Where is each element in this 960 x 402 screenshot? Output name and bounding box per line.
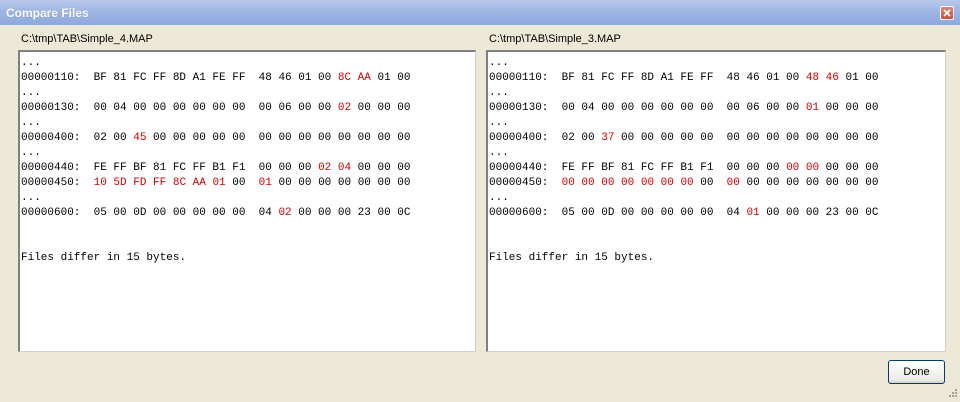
diff-bytes: 48 46 <box>805 72 839 84</box>
close-icon <box>943 9 951 17</box>
hex-text: ... <box>489 192 509 204</box>
hex-text: 00 00 00 23 00 0C <box>759 207 879 219</box>
hex-line: ... <box>489 191 945 206</box>
compare-files-dialog: Compare Files C:\tmp\TAB\Simple_4.MAP ..… <box>0 0 960 402</box>
hex-text: 00 00 00 00 00 00 00 00 00 00 00 00 00 <box>614 132 879 144</box>
hex-text: 00000450: <box>489 177 562 189</box>
left-diff-panel[interactable]: ... 00000110: BF 81 FC FF 8D A1 FE FF 48 … <box>18 50 476 352</box>
diff-bytes: 45 <box>133 132 147 144</box>
hex-line: 00000440: FE FF BF 81 FC FF B1 F1 00 00 … <box>21 161 475 176</box>
hex-text: 00000130: 00 04 00 00 00 00 00 00 00 06 … <box>489 102 806 114</box>
done-button[interactable]: Done <box>888 360 945 384</box>
hex-line: ... <box>21 146 475 161</box>
hex-text: ... <box>21 57 41 69</box>
hex-text: 00000450: <box>21 177 94 189</box>
hex-line: 00000400: 02 00 45 00 00 00 00 00 00 00 … <box>21 131 475 146</box>
hex-text: ... <box>489 147 509 159</box>
hex-line: 00000440: FE FF BF 81 FC FF B1 F1 00 00 … <box>489 161 945 176</box>
resize-grip-icon[interactable] <box>946 388 958 400</box>
diff-bytes: 02 04 <box>318 162 352 174</box>
hex-text: ... <box>21 147 41 159</box>
hex-text: 00000600: 05 00 0D 00 00 00 00 00 04 <box>21 207 279 219</box>
hex-text: 00000110: BF 81 FC FF 8D A1 FE FF 48 46 … <box>21 72 338 84</box>
close-button[interactable] <box>940 6 954 20</box>
diff-bytes: 02 <box>278 207 292 219</box>
hex-text: 00 00 00 <box>351 102 411 114</box>
hex-line: 00000110: BF 81 FC FF 8D A1 FE FF 48 46 … <box>21 71 475 86</box>
window-title: Compare Files <box>6 6 89 20</box>
diff-bytes: 00 00 <box>786 162 820 174</box>
hex-line: 00000450: 00 00 00 00 00 00 00 00 00 00 … <box>489 176 945 191</box>
hex-text: 00000110: BF 81 FC FF 8D A1 FE FF 48 46 … <box>489 72 806 84</box>
hex-text: 00000440: FE FF BF 81 FC FF B1 F1 00 00 … <box>21 162 319 174</box>
hex-text: ... <box>489 57 509 69</box>
diff-bytes: 00 <box>726 177 740 189</box>
diff-bytes: 01 <box>805 102 820 114</box>
hex-text: 00000400: 02 00 <box>21 132 134 144</box>
right-diff-content: ... 00000110: BF 81 FC FF 8D A1 FE FF 48 … <box>489 56 945 351</box>
diff-bytes: 01 <box>746 207 760 219</box>
hex-line: 00000110: BF 81 FC FF 8D A1 FE FF 48 46 … <box>489 71 945 86</box>
hex-text: ... <box>489 87 509 99</box>
hex-text: 00 <box>225 177 259 189</box>
hex-line: 00000130: 00 04 00 00 00 00 00 00 00 06 … <box>489 101 945 116</box>
hex-line: ... <box>21 116 475 131</box>
diff-summary: Files differ in 15 bytes. <box>489 252 655 264</box>
hex-line: 00000450: 10 5D FD FF 8C AA 01 00 01 00 … <box>21 176 475 191</box>
diff-bytes: 02 <box>337 102 352 114</box>
hex-line: ... <box>489 146 945 161</box>
left-diff-content: ... 00000110: BF 81 FC FF 8D A1 FE FF 48 … <box>21 56 475 351</box>
hex-text: 00000440: FE FF BF 81 FC FF B1 F1 00 00 … <box>489 162 787 174</box>
hex-text: 01 00 <box>838 72 879 84</box>
hex-text: 00 00 00 00 00 00 00 00 00 00 00 00 00 <box>146 132 411 144</box>
hex-line: ... <box>21 191 475 206</box>
diff-bytes: 37 <box>601 132 615 144</box>
hex-line: ... <box>489 86 945 101</box>
hex-line: 00000400: 02 00 37 00 00 00 00 00 00 00 … <box>489 131 945 146</box>
hex-line: ... <box>489 116 945 131</box>
hex-line: ... <box>21 86 475 101</box>
left-file-path: C:\tmp\TAB\Simple_4.MAP <box>21 33 153 45</box>
hex-text: 00 00 00 <box>351 162 411 174</box>
diff-bytes: 10 5D FD FF 8C AA 01 <box>93 177 226 189</box>
right-diff-panel[interactable]: ... 00000110: BF 81 FC FF 8D A1 FE FF 48 … <box>486 50 946 352</box>
hex-text: 00 00 00 00 00 00 00 <box>271 177 411 189</box>
hex-text: ... <box>21 192 41 204</box>
hex-text: ... <box>489 117 509 129</box>
hex-text: 00000130: 00 04 00 00 00 00 00 00 00 06 … <box>21 102 338 114</box>
hex-text: 00 00 00 <box>819 162 879 174</box>
hex-text: ... <box>21 117 41 129</box>
hex-text: 00 <box>693 177 727 189</box>
hex-line: 00000130: 00 04 00 00 00 00 00 00 00 06 … <box>21 101 475 116</box>
hex-line: ... <box>489 56 945 71</box>
diff-bytes: 00 00 00 00 00 00 00 <box>561 177 694 189</box>
hex-text: 00000600: 05 00 0D 00 00 00 00 00 04 <box>489 207 747 219</box>
title-bar[interactable]: Compare Files <box>0 0 960 25</box>
diff-summary: Files differ in 15 bytes. <box>21 252 187 264</box>
hex-text: 01 00 <box>370 72 411 84</box>
hex-text: 00 00 00 00 00 00 00 <box>739 177 879 189</box>
diff-bytes: 8C AA <box>337 72 371 84</box>
right-file-path: C:\tmp\TAB\Simple_3.MAP <box>489 33 621 45</box>
hex-line: ... <box>21 56 475 71</box>
hex-line: 00000600: 05 00 0D 00 00 00 00 00 04 02 … <box>21 206 475 221</box>
hex-text: 00 00 00 23 00 0C <box>291 207 411 219</box>
hex-text: 00000400: 02 00 <box>489 132 602 144</box>
hex-line: 00000600: 05 00 0D 00 00 00 00 00 04 01 … <box>489 206 945 221</box>
hex-text: 00 00 00 <box>819 102 879 114</box>
hex-text: ... <box>21 87 41 99</box>
diff-bytes: 01 <box>258 177 272 189</box>
